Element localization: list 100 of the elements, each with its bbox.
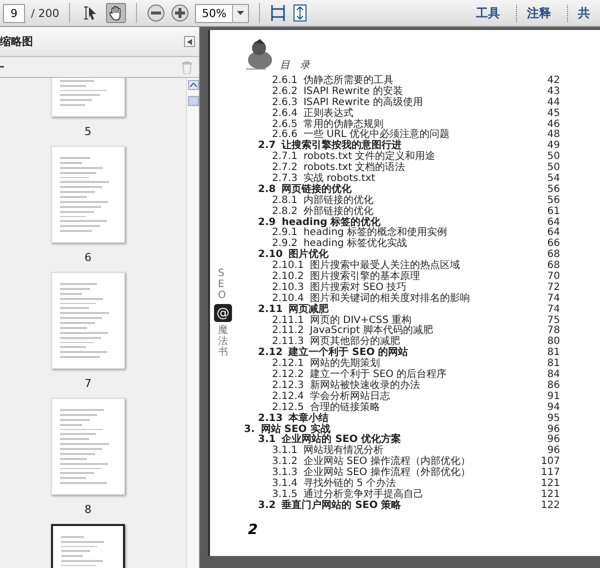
toc-number: 2.8.2 bbox=[272, 206, 298, 217]
toc-number: 2.12.5 bbox=[272, 402, 304, 413]
toc-number: 2.6.1 bbox=[272, 76, 298, 86]
toc-number: 2.10.1 bbox=[272, 261, 304, 272]
toc-page-number: 44 bbox=[546, 98, 560, 108]
pane-button[interactable]: 共 bbox=[567, 4, 600, 22]
toc-number: 2.10.3 bbox=[272, 282, 304, 294]
toc-number: 2.9 bbox=[258, 218, 276, 228]
toc-page-number: 56 bbox=[546, 184, 560, 196]
toc-title: 图片搜索引擎的基本原理 bbox=[310, 272, 421, 282]
toc-number: 2.13 bbox=[258, 414, 283, 424]
toc-number: 2.6.4 bbox=[272, 108, 298, 120]
fit-page-icon[interactable] bbox=[292, 4, 308, 22]
caret-icon bbox=[237, 11, 244, 15]
toc-number: 2.7.1 bbox=[272, 152, 298, 162]
toc-page-number: 49 bbox=[546, 141, 560, 152]
tool-button[interactable] bbox=[106, 3, 126, 23]
dash-icon[interactable] bbox=[0, 66, 4, 68]
toc-number: 2.10.2 bbox=[272, 272, 304, 282]
toc-page-number: 64 bbox=[546, 228, 560, 238]
toc-number: 2.12 bbox=[258, 348, 283, 358]
toc-page-number: 75 bbox=[546, 316, 560, 326]
toc-title: 网页的 DIV+CSS 重构 bbox=[310, 316, 412, 326]
toc-title: 学会分析网站日志 bbox=[310, 392, 391, 402]
fit-width-icon[interactable] bbox=[270, 4, 286, 22]
toc-page-number: 54 bbox=[546, 174, 560, 184]
toc-number: 3. bbox=[244, 424, 255, 436]
toc-number: 2.8 bbox=[258, 184, 276, 196]
page-header: 目 录 bbox=[280, 59, 310, 72]
toc-number: 2.12.3 bbox=[272, 380, 304, 392]
toc-number: 2.11.3 bbox=[272, 337, 304, 348]
toc-number: 2.9.2 bbox=[272, 239, 298, 250]
toc-page-number: 86 bbox=[546, 380, 560, 392]
toc-title: robots.txt 文件的定义和用途 bbox=[303, 152, 436, 162]
toc-page-number: 121 bbox=[540, 478, 560, 490]
toc-title: 企业网站 SEO 操作流程（内部优化） bbox=[303, 457, 472, 468]
toc-title: 网站现有情况分析 bbox=[303, 446, 384, 456]
page-number-field[interactable]: 9 bbox=[3, 4, 25, 22]
toc-number: 3.1.4 bbox=[272, 478, 298, 490]
toc-page-number: 70 bbox=[546, 272, 560, 282]
toc-number: 3.1.5 bbox=[272, 490, 298, 500]
toc-title: JavaScript 脚本代码的减肥 bbox=[310, 326, 434, 336]
toc-title: 图片搜索中最受人关注的热点区域 bbox=[310, 261, 461, 272]
toc-number: 2.12.2 bbox=[272, 370, 304, 380]
thumbnail-label: 7 bbox=[84, 377, 92, 390]
toc-number: 2.7.2 bbox=[272, 163, 298, 174]
pane-button[interactable]: 注释 bbox=[516, 4, 561, 22]
toc-title: 图片和关键词的相关度对排名的影响 bbox=[310, 294, 471, 304]
page-total: / 200 bbox=[31, 6, 60, 20]
toc-title: 网页链接的优化 bbox=[282, 184, 353, 195]
toc-page-number: 68 bbox=[546, 261, 560, 272]
toc-page-number: 68 bbox=[546, 250, 560, 260]
zoom-out-icon[interactable] bbox=[147, 4, 166, 22]
toc-title: 企业网站 SEO 操作流程（外部优化） bbox=[303, 468, 472, 478]
toc-title: 网页其他部分的减肥 bbox=[310, 337, 400, 348]
toc-number: 2.6.6 bbox=[272, 130, 298, 140]
toc-title: heading 标签的概念和使用实例 bbox=[303, 228, 448, 238]
toc-page-number: 48 bbox=[546, 130, 560, 140]
collapse-button[interactable] bbox=[184, 36, 195, 47]
toc-title: 垂直门户网站的 SEO 策略 bbox=[282, 500, 402, 512]
toc-number: 2.6.3 bbox=[272, 98, 298, 108]
toc-title: 伪静态所需要的工具 bbox=[303, 76, 394, 86]
toc-number: 2.9.1 bbox=[272, 228, 298, 238]
toc-title: 让搜索引擎按我的意图行进 bbox=[282, 141, 402, 152]
toc-number: 2.6.5 bbox=[272, 120, 298, 130]
toc-number: 2.10.4 bbox=[272, 294, 304, 304]
toc-page-number: 42 bbox=[546, 76, 560, 86]
toc-page-number: 94 bbox=[546, 402, 560, 414]
toc-title: heading 标签的优化 bbox=[282, 218, 381, 228]
toc-title: 网站的先期策划 bbox=[310, 359, 381, 370]
toc-page-number: 78 bbox=[546, 326, 560, 336]
zoom-field[interactable]: 50% bbox=[195, 4, 250, 22]
toc-title: 网页减肥 bbox=[288, 304, 329, 315]
toc-page-number: 84 bbox=[546, 370, 560, 380]
thumbnail-label: 5 bbox=[84, 125, 92, 138]
toc-page-number: 74 bbox=[546, 294, 560, 304]
spine-logo: @ bbox=[214, 304, 232, 322]
toc-title: 新网站被快速收录的办法 bbox=[310, 380, 421, 391]
toc-number: 3.1.2 bbox=[272, 457, 298, 468]
toc-page-number: 46 bbox=[546, 120, 560, 130]
toc-title: 正则表达式 bbox=[303, 108, 354, 119]
toc-number: 3.2 bbox=[258, 500, 276, 512]
pane-button[interactable]: 工具 bbox=[466, 4, 510, 22]
toc-number: 2.11.1 bbox=[272, 316, 304, 326]
scrollbar-thumb[interactable] bbox=[188, 96, 198, 106]
toc-number: 2.7 bbox=[258, 141, 276, 152]
toc-page-number: 66 bbox=[546, 239, 560, 250]
toc-title: robots.txt 文档的语法 bbox=[303, 163, 406, 174]
toc-title: 常用的伪静态规则 bbox=[303, 120, 384, 130]
toc-title: 实战 robots.txt bbox=[303, 174, 376, 184]
toc-title: 本章小结 bbox=[288, 414, 329, 424]
toc-number: 3.1 bbox=[258, 435, 276, 446]
zoom-in-icon[interactable] bbox=[171, 4, 190, 22]
toc-title: 内部链接的优化 bbox=[303, 196, 374, 206]
toc-page-number: 43 bbox=[546, 86, 560, 98]
text-select-icon bbox=[82, 5, 98, 21]
toc-title: 网站 SEO 实战 bbox=[260, 424, 330, 434]
toc-number: 3.1.1 bbox=[272, 446, 298, 456]
scroll-up-button[interactable] bbox=[188, 80, 198, 90]
toc-number: 3.1.3 bbox=[272, 468, 298, 478]
